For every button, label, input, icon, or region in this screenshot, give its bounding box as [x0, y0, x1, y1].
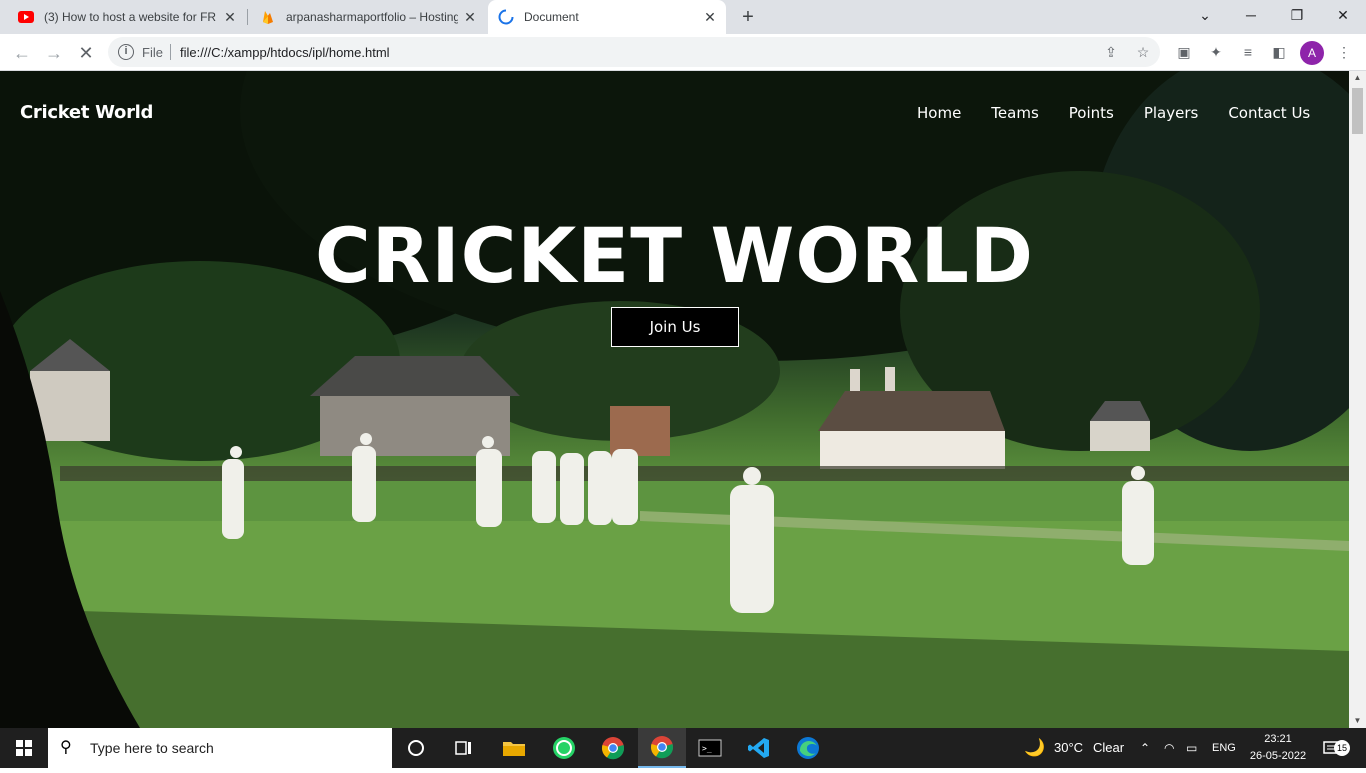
vscode-icon[interactable]: [735, 728, 783, 768]
system-clock[interactable]: 23:21 26-05-2022: [1248, 731, 1308, 765]
hero-title: CRICKET WORLD: [315, 211, 1034, 300]
chevron-up-icon[interactable]: ⌃: [1140, 728, 1150, 768]
new-tab-button[interactable]: +: [736, 5, 760, 29]
clock-time: 23:21: [1264, 733, 1292, 745]
search-placeholder: Type here to search: [90, 740, 214, 756]
chrome-active-icon[interactable]: [638, 728, 686, 768]
terminal-icon[interactable]: >_: [686, 728, 734, 768]
main-nav: Home Teams Points Players Contact Us: [917, 104, 1340, 124]
profile-avatar[interactable]: A: [1300, 41, 1324, 65]
site-logo[interactable]: Cricket World: [20, 102, 153, 123]
site-info-icon[interactable]: i: [118, 44, 134, 60]
tab-title: (3) How to host a website for FRE: [44, 10, 216, 24]
nav-link-points[interactable]: Points: [1069, 104, 1114, 124]
whatsapp-icon[interactable]: [540, 728, 588, 768]
nav-link-contact-us[interactable]: Contact Us: [1228, 104, 1310, 124]
scroll-thumb[interactable]: [1352, 88, 1363, 134]
tab-document[interactable]: Document ✕: [488, 0, 726, 34]
tab-firebase[interactable]: arpanasharmaportfolio – Hosting ✕: [248, 0, 486, 34]
back-button[interactable]: ←: [8, 39, 36, 67]
search-icon: ⚲: [60, 739, 72, 756]
taskbar-search-box[interactable]: ⚲ Type here to search: [48, 728, 392, 768]
weather-condition[interactable]: Clear: [1093, 728, 1124, 768]
file-explorer-icon[interactable]: [490, 728, 538, 768]
scheme-label: File: [142, 45, 163, 60]
url-text[interactable]: file:///C:/xampp/htdocs/ipl/home.html: [180, 45, 390, 60]
hero-background-image: [0, 71, 1349, 728]
page-scrollbar[interactable]: ▲ ▼: [1349, 71, 1366, 728]
bookmark-star-icon[interactable]: ☆: [1134, 43, 1152, 61]
tab-youtube[interactable]: (3) How to host a website for FRE ✕: [0, 0, 246, 34]
language-indicator[interactable]: ENG: [1212, 728, 1236, 768]
close-window-button[interactable]: ✕: [1320, 0, 1366, 30]
address-bar[interactable]: i File file:///C:/xampp/htdocs/ipl/home.…: [108, 37, 1160, 67]
start-button[interactable]: [0, 728, 48, 768]
page-viewport: Cricket World Home Teams Points Players …: [0, 71, 1349, 728]
firebase-icon: [263, 11, 273, 24]
cast-icon[interactable]: ▣: [1175, 43, 1193, 61]
youtube-icon: [18, 11, 34, 23]
edge-icon[interactable]: [784, 728, 832, 768]
close-tab-icon[interactable]: ✕: [222, 9, 238, 25]
tab-title: Document: [524, 10, 579, 24]
scroll-up-icon[interactable]: ▲: [1349, 71, 1366, 85]
moon-weather-icon[interactable]: 🌙: [1024, 728, 1045, 768]
restore-button[interactable]: ❐: [1274, 0, 1320, 30]
chrome-icon[interactable]: [589, 728, 637, 768]
wifi-icon[interactable]: ◠: [1164, 728, 1174, 768]
menu-icon[interactable]: ⋮: [1335, 43, 1353, 61]
share-icon[interactable]: ⇪: [1102, 43, 1120, 61]
browser-toolbar: ← → ✕ i File file:///C:/xampp/htdocs/ipl…: [0, 34, 1366, 71]
tab-search-button[interactable]: ⌄: [1182, 0, 1228, 30]
windows-logo-icon: [16, 740, 32, 756]
join-us-button[interactable]: Join Us: [611, 307, 739, 347]
tab-title: arpanasharmaportfolio – Hosting: [286, 10, 458, 24]
loading-spinner-icon: [498, 9, 514, 25]
stop-button[interactable]: ✕: [72, 39, 100, 67]
svg-text:>_: >_: [702, 744, 712, 753]
task-view-icon[interactable]: [440, 728, 488, 768]
extensions-icon[interactable]: ✦: [1207, 43, 1225, 61]
tab-strip: (3) How to host a website for FRE ✕ arpa…: [0, 0, 1366, 34]
forward-button[interactable]: →: [40, 39, 68, 67]
battery-icon[interactable]: ▭: [1186, 728, 1197, 768]
clock-date: 26-05-2022: [1249, 750, 1307, 762]
nav-link-players[interactable]: Players: [1144, 104, 1199, 124]
minimize-button[interactable]: ─: [1228, 0, 1274, 30]
nav-link-home[interactable]: Home: [917, 104, 961, 124]
close-tab-icon[interactable]: ✕: [462, 9, 478, 25]
close-tab-icon[interactable]: ✕: [702, 9, 718, 25]
notification-count-badge: 15: [1334, 740, 1350, 756]
nav-link-teams[interactable]: Teams: [991, 104, 1038, 124]
side-panel-icon[interactable]: ◧: [1270, 43, 1288, 61]
scroll-down-icon[interactable]: ▼: [1349, 714, 1366, 728]
reading-list-icon[interactable]: ≡: [1239, 43, 1257, 61]
notifications-icon[interactable]: 15: [1322, 728, 1352, 768]
windows-taskbar: ⚲ Type here to search >_ 🌙 30°C Clear ⌃ …: [0, 728, 1366, 768]
weather-temp[interactable]: 30°C: [1054, 728, 1083, 768]
omnibox-divider: [170, 44, 171, 60]
cortana-icon[interactable]: [392, 728, 440, 768]
